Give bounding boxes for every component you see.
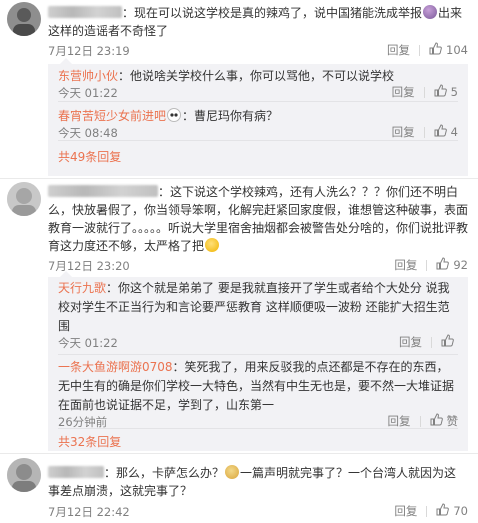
view-all-replies-link[interactable]: 共32条回复 [58,435,121,449]
like-count: 70 [453,504,468,518]
like-button[interactable]: 4 [434,124,458,140]
view-all-replies-link[interactable]: 共49条回复 [58,150,121,164]
reply-button[interactable]: 回复 [388,413,411,429]
like-button[interactable]: 92 [436,257,468,273]
reply-button[interactable]: 回复 [394,503,417,519]
reply-item: 春宵苦短少女前进吧 ：曹尼玛你有病？ 今天 08:48 回复 4 [48,102,468,140]
like-button[interactable]: 70 [436,503,468,519]
divider [419,415,421,427]
reply-text: ：曹尼玛你有病？ [182,109,279,123]
reply-item: 东营帅小伙：他说啥关学校什么事，你可以骂他，不可以说学校 今天 01:22 回复… [48,64,468,101]
like-label: 赞 [446,414,459,428]
divider [419,44,421,56]
reply-button[interactable]: 回复 [387,42,410,58]
reply-list: 天行九歌：你这个就是弟弟了 要是我就直接开了学生或者给个大处分 说我校对学生不正… [48,271,468,451]
divider [0,178,478,179]
avatar[interactable] [7,458,41,492]
reply-username[interactable]: 春宵苦短少女前进吧 [58,109,166,123]
divider [431,336,432,348]
panda-emoji-icon [167,108,182,122]
reply-username[interactable]: 东营帅小伙 [58,69,118,83]
divider [426,259,428,271]
thumbs-up-icon [429,42,442,58]
comment-feed: ：现在可以说这学校是真的辣鸡了，说中国猪能洗成举报 出来这样的造谣者不奇怪了 7月… [0,0,478,523]
like-button[interactable]: 104 [429,42,468,58]
reply-item: 一条大鱼游啊游0708：笑死我了，用来反驳我的点还都是不存在的东西，无中生有的确… [48,355,468,429]
thumbs-up-icon [436,503,450,519]
like-button[interactable]: 赞 [430,413,459,429]
like-button[interactable] [441,334,458,350]
reply-button[interactable]: 回复 [392,84,415,100]
comment-time: 7月12日 22:42 [48,505,130,519]
reply-time: 今天 01:22 [58,86,118,100]
comment-time: 7月12日 23:19 [48,44,130,58]
doge-emoji-icon [225,465,240,479]
reply-username[interactable]: 天行九歌 [58,281,106,295]
thumbs-up-icon [434,124,447,140]
like-count: 104 [446,43,468,57]
reply-button[interactable]: 回复 [399,334,422,350]
reply-button[interactable]: 回复 [392,124,415,140]
thumbs-up-icon [436,257,450,273]
blurred-username[interactable] [48,466,104,478]
like-button[interactable]: 5 [434,84,458,100]
blurred-username[interactable] [48,185,158,197]
thumbs-up-icon [441,334,454,350]
blurred-username[interactable] [48,6,122,18]
reply-list: 东营帅小伙：他说啥关学校什么事，你可以骂他，不可以说学校 今天 01:22 回复… [48,58,468,176]
reply-time: 26分钟前 [58,415,108,429]
reply-button[interactable]: 回复 [394,257,417,273]
divider [0,453,478,454]
thumbs-up-icon [430,413,443,429]
smile-emoji-icon [205,238,220,252]
avatar[interactable] [7,182,41,216]
comment-text: ：那么，卡萨怎么办？ [104,466,225,480]
divider [423,126,425,138]
like-count: 4 [450,125,458,139]
avatar[interactable] [7,2,41,36]
like-count: 5 [450,85,458,99]
emoji-face-icon [423,5,438,19]
reply-time: 今天 08:48 [58,126,118,140]
divider [426,505,428,517]
reply-text: ：你这个就是弟弟了 要是我就直接开了学生或者给个大处分 说我校对学生不正当行为和… [58,281,450,333]
reply-item: 天行九歌：你这个就是弟弟了 要是我就直接开了学生或者给个大处分 说我校对学生不正… [48,277,468,354]
comment-text: ：现在可以说这学校是真的辣鸡了，说中国猪能洗成举报 [122,6,423,20]
thumbs-up-icon [434,84,447,100]
divider [423,86,425,98]
reply-username[interactable]: 一条大鱼游啊游0708 [58,360,173,374]
reply-time: 今天 01:22 [58,336,118,350]
reply-text: ：他说啥关学校什么事，你可以骂他，不可以说学校 [118,69,395,83]
like-count: 92 [453,258,468,272]
